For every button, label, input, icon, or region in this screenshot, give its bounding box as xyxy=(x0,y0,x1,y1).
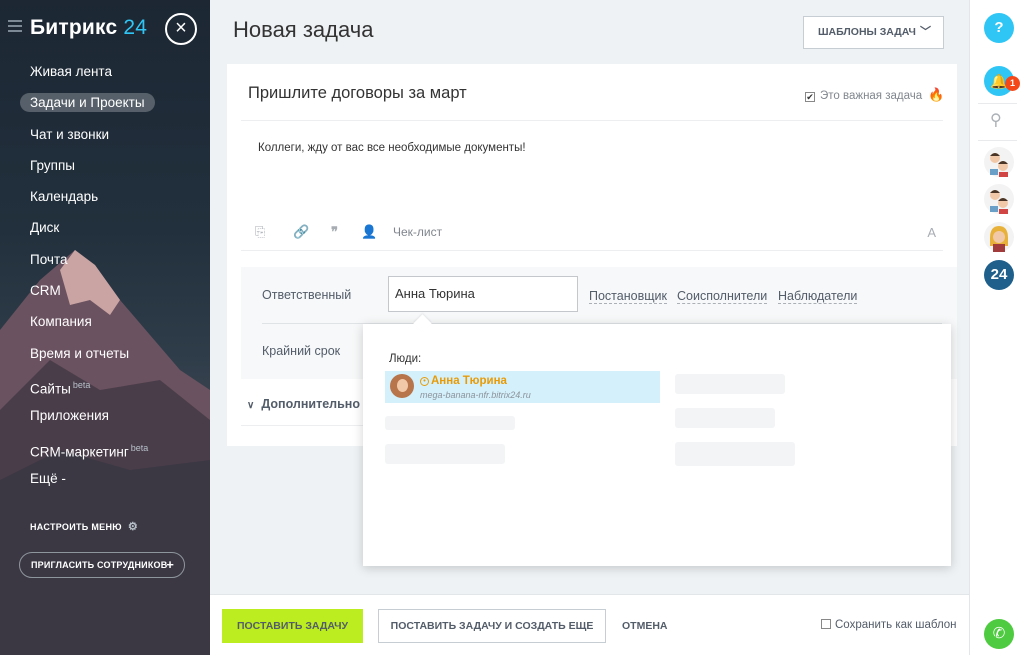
search-icon[interactable]: ⚲ xyxy=(990,110,1002,130)
editor-toolbar: ⎘ 🔗 ❞ 👤 Чек-лист A xyxy=(255,224,936,244)
divider xyxy=(978,140,1017,141)
avatar xyxy=(390,374,414,398)
chevron-down-icon: ﹀ xyxy=(920,26,931,38)
sidebar-item-tasks[interactable]: Задачи и Проекты xyxy=(0,91,210,122)
task-description-editor[interactable]: Коллеги, жду от вас все необходимые доку… xyxy=(258,142,526,154)
notification-badge: 1 xyxy=(1005,76,1020,91)
user-portal: mega-banana-nfr.bitrix24.ru xyxy=(420,390,531,400)
sidebar-item-time[interactable]: Время и отчеты xyxy=(0,342,210,373)
placeholder-skeleton xyxy=(385,444,505,464)
mention-user-icon[interactable]: 👤 xyxy=(361,224,377,240)
save-as-template-checkbox[interactable]: Сохранить как шаблон xyxy=(821,619,957,631)
creator-link[interactable]: Постановщик xyxy=(589,289,667,304)
placeholder-skeleton xyxy=(675,442,795,466)
checklist-button[interactable]: Чек-лист xyxy=(393,225,442,239)
checkbox-icon[interactable] xyxy=(821,619,831,629)
invite-employees-button[interactable]: ПРИГЛАСИТЬ СОТРУДНИКОВ + xyxy=(19,552,185,578)
page-title: Новая задача xyxy=(233,17,374,42)
user-selector-popup: Люди: • Анна Тюрина mega-banana-nfr.bitri… xyxy=(363,314,951,566)
link-icon[interactable]: 🔗 xyxy=(293,224,309,240)
cancel-button[interactable]: ОТМЕНА xyxy=(622,609,668,643)
close-icon[interactable]: × xyxy=(165,13,197,45)
group-chat-avatar[interactable] xyxy=(984,184,1014,214)
important-task-checkbox[interactable]: ✔ Это важная задача 🔥 xyxy=(805,87,944,103)
additional-toggle[interactable]: ∨ Дополнительно xyxy=(247,397,360,411)
submit-task-button[interactable]: ПОСТАВИТЬ ЗАДАЧУ xyxy=(222,609,363,643)
co-executors-link[interactable]: Соисполнители xyxy=(677,289,768,304)
sidebar-item-mail[interactable]: Почта xyxy=(0,248,210,279)
observers-link[interactable]: Наблюдатели xyxy=(778,289,858,304)
form-footer: ПОСТАВИТЬ ЗАДАЧУ ПОСТАВИТЬ ЗАДАЧУ И СОЗД… xyxy=(210,594,969,655)
left-sidebar: Битрикс 24 × Живая лента Задачи и Проект… xyxy=(0,0,210,655)
beta-badge: beta xyxy=(72,379,91,390)
text-format-icon[interactable]: A xyxy=(927,225,936,240)
sidebar-item-calendar[interactable]: Календарь xyxy=(0,185,210,216)
responsible-label: Ответственный xyxy=(262,288,352,302)
attach-file-icon[interactable]: ⎘ xyxy=(255,224,265,240)
divider xyxy=(241,250,943,251)
placeholder-skeleton xyxy=(675,408,775,428)
configure-menu-button[interactable]: НАСТРОИТЬ МЕНЮ ⚙ xyxy=(30,520,138,533)
placeholder-skeleton xyxy=(385,416,515,430)
menu-burger-icon[interactable] xyxy=(8,20,22,35)
fire-icon: 🔥 xyxy=(928,87,945,102)
beta-badge: beta xyxy=(130,442,149,453)
bitrix24-logo[interactable]: Битрикс 24 xyxy=(30,16,147,40)
responsible-input[interactable]: Анна Тюрина xyxy=(388,276,578,312)
help-icon[interactable]: ? xyxy=(984,13,1014,43)
placeholder-skeleton xyxy=(675,374,785,394)
group-chat-avatar[interactable] xyxy=(984,147,1014,177)
sidebar-item-company[interactable]: Компания xyxy=(0,310,210,341)
sidebar-item-feed[interactable]: Живая лента xyxy=(0,60,210,91)
phone-icon[interactable]: ✆ xyxy=(984,619,1014,649)
checkbox-checked-icon[interactable]: ✔ xyxy=(805,92,815,102)
user-suggestion-item[interactable]: • Анна Тюрина mega-banana-nfr.bitrix24.ru xyxy=(385,371,660,403)
user-name: • Анна Тюрина xyxy=(420,375,507,387)
people-section-title: Люди: xyxy=(389,353,422,365)
divider xyxy=(978,103,1017,104)
sidebar-menu: Живая лента Задачи и Проекты Чат и звонк… xyxy=(0,60,210,498)
quote-icon[interactable]: ❞ xyxy=(331,224,338,240)
user-avatar[interactable] xyxy=(984,222,1014,252)
divider xyxy=(241,120,943,121)
sidebar-item-crm-marketing[interactable]: CRM-маркетинг beta xyxy=(0,436,210,467)
chevron-down-icon: ∨ xyxy=(247,400,255,411)
bitrix24-network-icon[interactable]: 24 xyxy=(984,260,1014,290)
task-templates-button[interactable]: ШАБЛОНЫ ЗАДАЧ ﹀ xyxy=(803,16,944,49)
sidebar-item-sites[interactable]: Сайты beta xyxy=(0,373,210,404)
sidebar-item-disk[interactable]: Диск xyxy=(0,216,210,247)
task-title-input[interactable]: Пришлите договоры за март xyxy=(248,84,467,103)
external-user-icon: • xyxy=(420,377,429,386)
gear-icon: ⚙ xyxy=(127,521,139,533)
sidebar-item-apps[interactable]: Приложения xyxy=(0,404,210,435)
bell-icon[interactable]: 🔔 1 xyxy=(984,66,1020,96)
submit-and-create-button[interactable]: ПОСТАВИТЬ ЗАДАЧУ И СОЗДАТЬ ЕЩЕ xyxy=(378,609,606,643)
sidebar-item-chat[interactable]: Чат и звонки xyxy=(0,123,210,154)
sidebar-item-groups[interactable]: Группы xyxy=(0,154,210,185)
right-bar: ? 🔔 1 ⚲ 24 ✆ xyxy=(969,0,1024,655)
sidebar-item-more[interactable]: Ещё - xyxy=(0,467,210,498)
deadline-label: Крайний срок xyxy=(262,344,341,358)
sidebar-item-crm[interactable]: CRM xyxy=(0,279,210,310)
plus-icon: + xyxy=(166,557,174,572)
